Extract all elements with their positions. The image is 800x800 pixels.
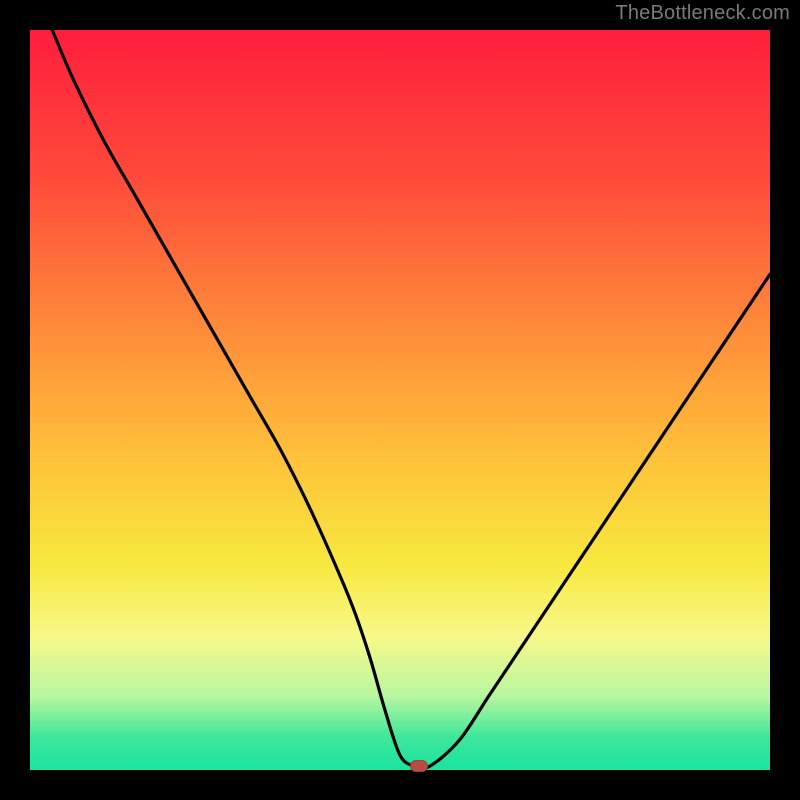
bottleneck-chart	[30, 30, 770, 770]
chart-frame: TheBottleneck.com	[0, 0, 800, 800]
plot-area	[30, 30, 770, 770]
watermark-text: TheBottleneck.com	[615, 2, 790, 25]
optimal-marker	[410, 760, 428, 772]
gradient-background	[30, 30, 770, 770]
